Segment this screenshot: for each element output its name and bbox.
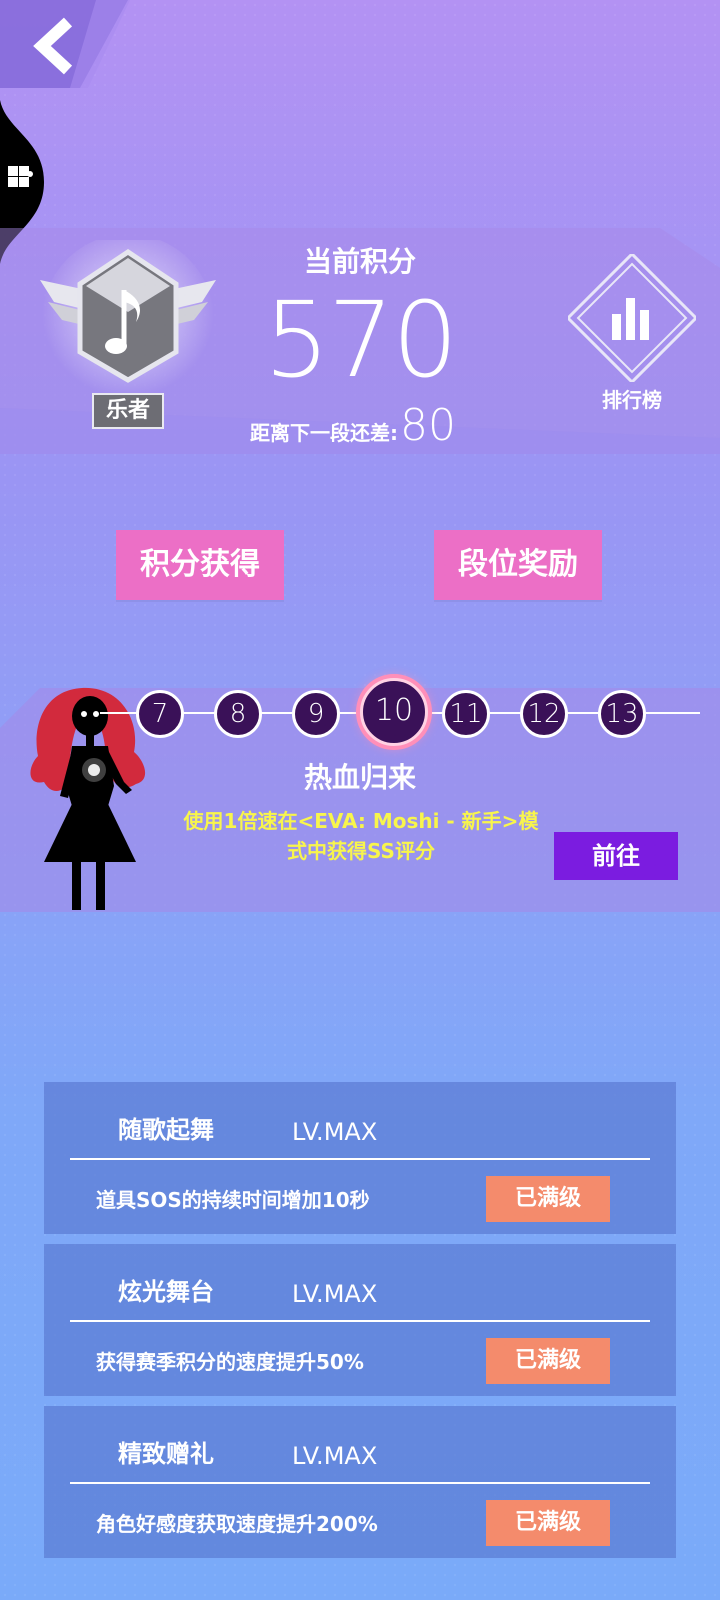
skill-description: 角色好感度获取速度提升200%: [96, 1512, 378, 1536]
divider: [70, 1320, 650, 1322]
task-description: 使用1倍速在<EVA: Moshi - 新手>模 式中获得SS评分: [176, 806, 546, 866]
leaderboard-button[interactable]: 排行榜: [565, 251, 699, 414]
stage-progress: 7 8 9 10 11 12 13: [100, 678, 700, 746]
next-tier-label: 距离下一段还差:: [250, 421, 398, 445]
stage-node[interactable]: 13: [598, 690, 646, 738]
skill-name: 随歌起舞: [118, 1116, 214, 1144]
maxed-button[interactable]: 已满级: [486, 1338, 610, 1384]
divider: [70, 1158, 650, 1160]
bar-chart-icon: [565, 251, 699, 385]
skill-name: 精致赠礼: [118, 1440, 214, 1468]
back-button[interactable]: [0, 0, 130, 90]
task-description-line2: 式中获得SS评分: [287, 839, 435, 863]
skill-card: 随歌起舞 LV.MAX 道具SOS的持续时间增加10秒 已满级: [44, 1082, 676, 1234]
stage-node[interactable]: 12: [520, 690, 568, 738]
score-value: 570: [263, 279, 459, 401]
task-description-line1: 使用1倍速在<EVA: Moshi - 新手>模: [183, 809, 539, 833]
rank-name: 乐者: [92, 393, 164, 429]
stage-node-current[interactable]: 10: [360, 678, 428, 746]
next-tier-row: 距离下一段还差: 80: [250, 404, 520, 448]
stage-node[interactable]: 11: [442, 690, 490, 738]
skill-card: 精致赠礼 LV.MAX 角色好感度获取速度提升200% 已满级: [44, 1406, 676, 1558]
score-title: 当前积分: [303, 245, 416, 278]
skill-card: 炫光舞台 LV.MAX 获得赛季积分的速度提升50% 已满级: [44, 1244, 676, 1396]
stage-node[interactable]: 9: [292, 690, 340, 738]
skill-level: LV.MAX: [292, 1280, 378, 1308]
back-arrow-icon: [0, 0, 130, 88]
skill-level: LV.MAX: [292, 1442, 378, 1470]
stage-node[interactable]: 8: [214, 690, 262, 738]
next-tier-value: 80: [400, 400, 456, 451]
earn-points-button[interactable]: 积分获得: [116, 530, 284, 600]
leaderboard-label: 排行榜: [602, 388, 662, 412]
skill-description: 道具SOS的持续时间增加10秒: [96, 1188, 370, 1212]
divider: [70, 1482, 650, 1484]
task-title: 热血归来: [303, 761, 416, 794]
tier-rewards-button[interactable]: 段位奖励: [434, 530, 602, 600]
maxed-button[interactable]: 已满级: [486, 1176, 610, 1222]
skill-name: 炫光舞台: [118, 1278, 214, 1306]
stage-node[interactable]: 7: [136, 690, 184, 738]
maxed-button[interactable]: 已满级: [486, 1500, 610, 1546]
goto-button[interactable]: 前往: [554, 832, 678, 880]
skill-description: 获得赛季积分的速度提升50%: [96, 1350, 364, 1374]
skill-level: LV.MAX: [292, 1118, 378, 1146]
